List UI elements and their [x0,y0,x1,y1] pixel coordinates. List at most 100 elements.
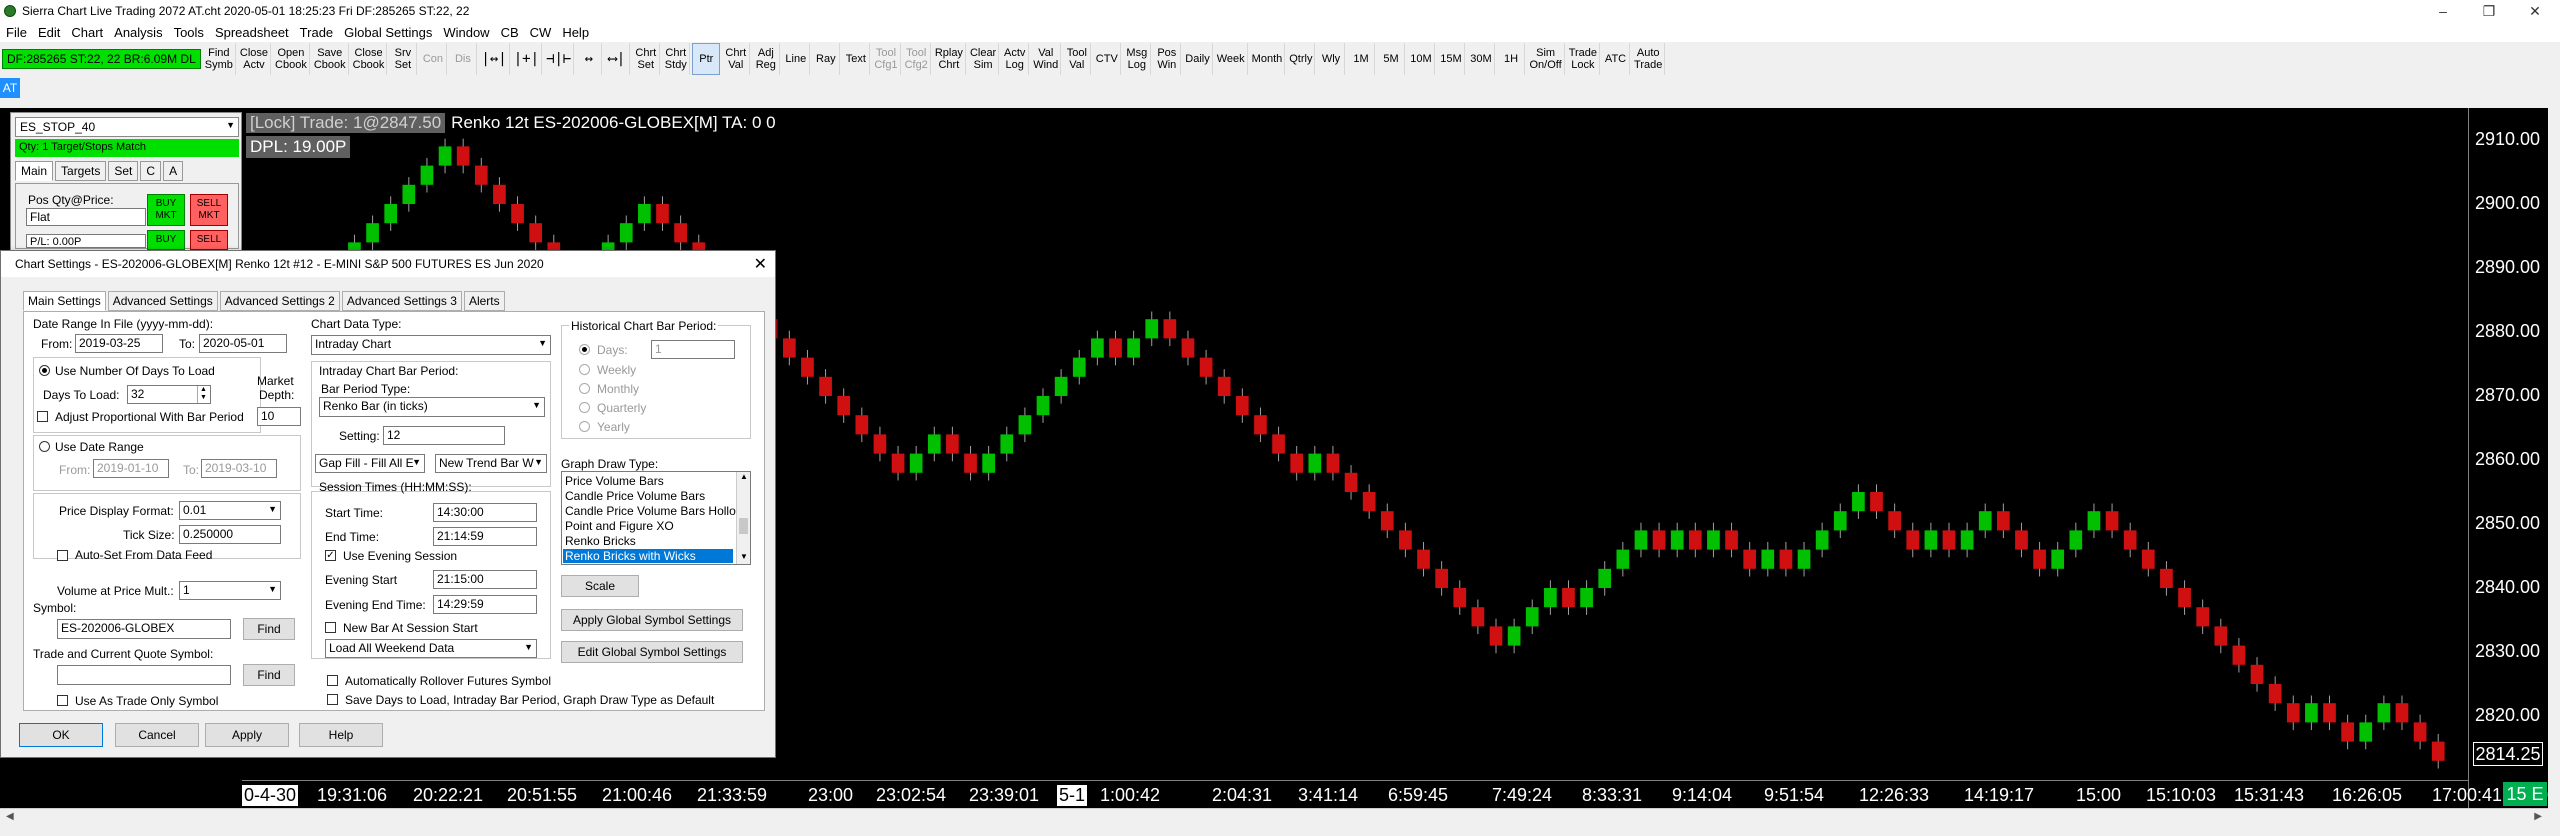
trade-only-checkbox[interactable] [57,695,68,706]
end-time-input[interactable]: 21:14:59 [433,527,537,546]
toolbar-button-dis[interactable]: Dis [449,43,478,75]
tab-targets[interactable]: Targets [55,161,107,181]
weekend-data-select[interactable]: Load All Weekend Data ▼ [325,639,537,658]
dr-from-input[interactable]: 2019-01-10 [93,459,169,478]
toolbar-button-qtrly[interactable]: Qtrly [1287,43,1316,75]
toolbar-button-poswin[interactable]: Pos Win [1153,43,1182,75]
toolbar-button-1h[interactable]: 1H [1497,43,1526,75]
menu-file[interactable]: File [6,25,27,40]
find-tcq-button[interactable]: Find [243,664,295,686]
toolbar-button-autotrade[interactable]: Auto Trade [1632,43,1666,75]
menu-global-settings[interactable]: Global Settings [344,25,432,40]
tab-advanced-settings-3[interactable]: Advanced Settings 3 [341,291,462,311]
vap-select[interactable]: 1 ▼ [179,581,281,600]
toolbar-button-valwind[interactable]: Val Wind [1031,43,1062,75]
time-axis[interactable]: 0-4-30 19:31:06 20:22:21 20:51:55 21:00:46 21… [242,780,2560,808]
toolbar-button-5m[interactable]: 5M [1377,43,1406,75]
tab-at[interactable]: AT [0,78,20,98]
toolbar-button-con[interactable]: Con [419,43,448,75]
menu-trade[interactable]: Trade [300,25,333,40]
menu-analysis[interactable]: Analysis [114,25,162,40]
tick-size-input[interactable]: 0.250000 [179,525,281,544]
sell-button[interactable]: SELL [190,230,228,250]
toolbar-button-findsymb[interactable]: Find Symb [203,43,236,75]
tcq-input[interactable] [57,665,231,685]
toolbar-button-wly[interactable]: Wly [1317,43,1346,75]
toolbar-button-text[interactable]: Text [842,43,871,75]
to-date-input[interactable]: 2020-05-01 [199,334,287,353]
toolbar-button-line[interactable]: Line [782,43,811,75]
list-scroll-thumb[interactable] [739,518,748,534]
find-symbol-button[interactable]: Find [243,618,295,640]
hist-days-radio[interactable] [579,344,590,355]
menu-cw[interactable]: CW [530,25,552,40]
toolbar-button-clearsim[interactable]: Clear Sim [968,43,1000,75]
toolbar-button-10m[interactable]: 10M [1407,43,1436,75]
price-format-select[interactable]: 0.01 ▼ [179,501,281,520]
toolbar-button-chrtstdy[interactable]: Chrt Stdy [662,43,691,75]
hist-weekly-radio[interactable] [579,364,590,375]
apply-global-button[interactable]: Apply Global Symbol Settings [561,609,743,631]
list-item-selected[interactable]: Renko Bricks with Wicks [563,549,733,563]
use-date-range-radio[interactable] [39,441,50,452]
chevron-down-icon[interactable]: ▼ [740,552,748,561]
restore-button[interactable]: ❐ [2466,0,2512,22]
hist-monthly-radio[interactable] [579,383,590,394]
tab-a[interactable]: A [163,161,184,181]
toolbar-button-ctv[interactable]: CTV [1093,43,1122,75]
toolbar-button-15m[interactable]: 15M [1437,43,1466,75]
toolbar-button-30m[interactable]: 30M [1467,43,1496,75]
ok-button[interactable]: OK [19,723,103,747]
new-trend-select[interactable]: New Trend Bar W ▼ [435,454,547,473]
auto-set-checkbox[interactable] [57,550,68,561]
tab-set[interactable]: Set [108,161,139,181]
menu-help[interactable]: Help [562,25,589,40]
toolbar-button-srvset[interactable]: Srv Set [389,43,418,75]
tab-advanced-settings-2[interactable]: Advanced Settings 2 [219,291,340,311]
list-item[interactable]: Point and Figure XO [565,519,674,533]
tab-main-settings[interactable]: Main Settings [23,291,106,311]
list-item[interactable]: Candle Price Volume Bars [565,489,705,503]
toolbar-button-savecbook[interactable]: Save Cbook [312,43,349,75]
minimize-button[interactable]: – [2420,0,2466,22]
dialog-close-icon[interactable]: ✕ [754,254,767,274]
tab-alerts[interactable]: Alerts [463,291,505,311]
toolbar-button-atc[interactable]: ATC [1602,43,1631,75]
scroll-left-icon[interactable]: ◀ [6,811,14,822]
interval-badge[interactable]: 15 E [2503,782,2547,806]
use-days-radio[interactable] [39,365,50,376]
toolbar-button-week[interactable]: Week [1215,43,1248,75]
menu-chart[interactable]: Chart [71,25,103,40]
menu-tools[interactable]: Tools [174,25,204,40]
apply-button[interactable]: Apply [205,723,289,747]
chart-scale-tool-icon[interactable]: |↔| [479,43,510,75]
save-days-checkbox[interactable] [327,694,338,705]
toolbar-button-chrtset[interactable]: Chrt Set [632,43,661,75]
vertical-scrollbar[interactable] [2548,100,2560,826]
menu-edit[interactable]: Edit [38,25,60,40]
chart-data-type-select[interactable]: Intraday Chart ▼ [311,335,551,355]
toolbar-button-toolval[interactable]: Tool Val [1063,43,1092,75]
toolbar-button-daily[interactable]: Daily [1183,43,1213,75]
gap-fill-select[interactable]: Gap Fill - Fill All E ▼ [315,454,425,473]
toolbar-button-toolcfg2[interactable]: Tool Cfg2 [903,43,931,75]
days-spinner-icon[interactable]: ▲ ▼ [197,386,209,403]
tab-main[interactable]: Main [15,161,54,181]
bar-period-type-select[interactable]: Renko Bar (in ticks) ▼ [319,397,545,417]
help-button[interactable]: Help [299,723,383,747]
list-scrollbar[interactable]: ▲ ▼ [736,472,750,564]
toolbar-button-opencbook[interactable]: Open Cbook [273,43,310,75]
toolbar-button-chrtval[interactable]: Chrt Val [722,43,751,75]
menu-window[interactable]: Window [443,25,489,40]
chart-scale-tool-icon[interactable]: ⟷| [604,43,631,75]
from-date-input[interactable]: 2019-03-25 [75,334,163,353]
tab-advanced-settings[interactable]: Advanced Settings [107,291,218,311]
market-depth-input[interactable]: 10 [257,407,301,426]
evening-end-input[interactable]: 14:29:59 [433,595,537,614]
toolbar-button-toolcfg1[interactable]: Tool Cfg1 [872,43,901,75]
rollover-checkbox[interactable] [327,675,338,686]
hist-yearly-radio[interactable] [579,421,590,432]
toolbar-button-actvlog[interactable]: Actv Log [1001,43,1030,75]
chart-scale-tool-icon[interactable]: ↔ [576,43,603,75]
toolbar-button-rplaychrt[interactable]: Rplay Chrt [933,43,966,75]
